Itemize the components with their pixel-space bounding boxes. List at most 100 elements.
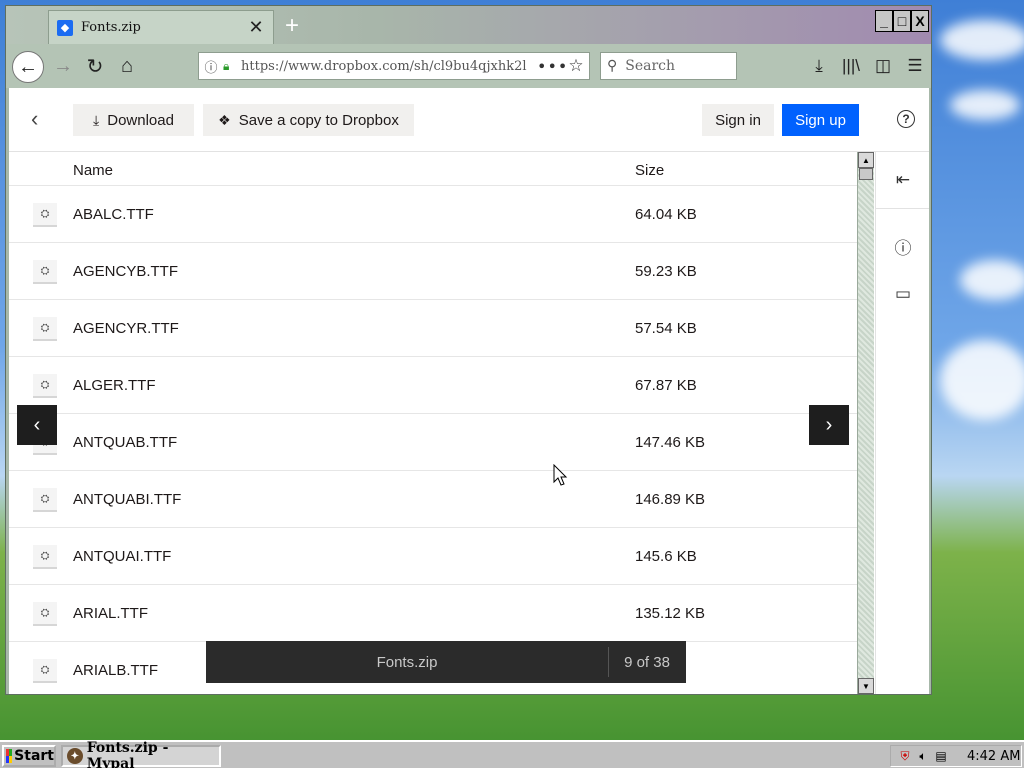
file-name: ABALC.TTF (73, 206, 154, 223)
column-name-header[interactable]: Name (73, 162, 113, 179)
search-input[interactable]: ⚲ Search (600, 52, 737, 80)
file-list: Name Size ⛭ ABALC.TTF 64.04 KB ⛭ AGENCYB.TTF… (9, 152, 857, 694)
file-name: ANTQUAI.TTF (73, 548, 172, 565)
library-icon[interactable]: |||\ (835, 52, 867, 80)
taskbar-window-item[interactable]: ✦ Fonts.zip - Mypal (61, 740, 221, 768)
collapse-panel-icon[interactable]: ⇤ (876, 170, 929, 190)
tab-bar: ◆ Fonts.zip ✕ + _ □ X (6, 6, 931, 44)
font-file-icon: ⛭ (33, 203, 57, 227)
system-tray: ⛨ 🔈︎ ▤ 4:42 AM (890, 745, 1022, 767)
wallpaper-cloud (940, 20, 1024, 60)
file-name: ARIAL.TTF (73, 605, 149, 622)
next-file-button[interactable]: › (809, 405, 849, 445)
scroll-down-icon[interactable]: ▼ (858, 678, 874, 694)
wallpaper-cloud (960, 260, 1024, 300)
forward-button[interactable]: → (48, 51, 78, 81)
search-icon: ⚲ (607, 58, 618, 74)
new-tab-button[interactable]: + (278, 12, 306, 40)
file-size: 64.04 KB (635, 206, 697, 223)
info-icon[interactable]: ⓘ (199, 57, 223, 76)
scroll-thumb[interactable] (859, 168, 873, 180)
info-panel-icon[interactable]: ⓘ (876, 234, 929, 259)
list-item[interactable]: ⛭ ANTQUAI.TTF 145.6 KB (9, 528, 857, 585)
previous-file-button[interactable]: ‹ (17, 405, 57, 445)
font-file-icon: ⛭ (33, 317, 57, 341)
toolbar-icons: ⤓ |||\ ◫ ☰ (803, 52, 931, 80)
close-window-button[interactable]: X (911, 10, 929, 32)
wallpaper-cloud (940, 340, 1024, 420)
file-size: 59.23 KB (635, 263, 697, 280)
list-header: Name Size (9, 152, 857, 186)
dropbox-icon: ❖ (218, 111, 231, 128)
start-button[interactable]: Start (2, 745, 56, 767)
download-icon: ⤓ (93, 111, 100, 128)
url-path: /sh/cl9bu4qjxhk2l (409, 58, 527, 74)
file-position-bar: Fonts.zip 9 of 38 (206, 641, 686, 683)
bookmark-star-icon[interactable]: ☆ (563, 56, 589, 76)
list-item[interactable]: ⛭ AGENCYR.TTF 57.54 KB (9, 300, 857, 357)
sidebar-toggle-icon[interactable]: ◫ (867, 52, 899, 80)
clock[interactable]: 4:42 AM (967, 749, 1020, 764)
volume-icon[interactable]: 🔈︎ (915, 749, 931, 764)
menu-icon[interactable]: ☰ (899, 52, 931, 80)
comments-icon[interactable]: ▭ (876, 284, 929, 304)
mypal-icon: ✦ (67, 748, 83, 764)
maximize-button[interactable]: □ (893, 10, 911, 32)
file-bar-name: Fonts.zip (376, 653, 438, 671)
file-name: ANTQUABI.TTF (73, 491, 182, 508)
shield-icon[interactable]: ⛨ (897, 749, 913, 764)
home-icon: ⌂ (120, 54, 134, 77)
font-file-icon: ⛭ (33, 260, 57, 284)
close-tab-icon[interactable]: ✕ (247, 17, 265, 38)
sign-in-button[interactable]: Sign in (702, 104, 774, 136)
save-label: Save a copy to Dropbox (238, 111, 399, 129)
font-file-icon: ⛭ (33, 602, 57, 626)
font-file-icon: ⛭ (33, 659, 57, 683)
file-size: 147.46 KB (635, 434, 706, 451)
tab-title: Fonts.zip (81, 20, 141, 35)
file-name: ALGER.TTF (73, 377, 156, 394)
arrow-right-icon: → (53, 54, 73, 77)
list-item[interactable]: ⛭ ANTQUABI.TTF 146.89 KB (9, 471, 857, 528)
url-host: https://www.dropbox.com (241, 58, 410, 74)
save-to-dropbox-button[interactable]: ❖ Save a copy to Dropbox (203, 104, 414, 136)
windows-logo-icon (6, 749, 13, 763)
column-size-header[interactable]: Size (635, 162, 664, 179)
back-chevron-icon[interactable]: ‹ (31, 106, 38, 132)
address-bar[interactable]: ⓘ 🔒︎ https://www.dropbox.com/sh/cl9bu4qj… (198, 52, 590, 80)
list-item[interactable]: ⛭ ARIAL.TTF 135.12 KB (9, 585, 857, 642)
tab-fonts-zip[interactable]: ◆ Fonts.zip ✕ (48, 10, 274, 44)
sign-up-button[interactable]: Sign up (782, 104, 859, 136)
network-icon[interactable]: ▤ (933, 749, 949, 763)
home-button[interactable]: ⌂ (112, 51, 142, 81)
dropbox-favicon-icon: ◆ (57, 19, 73, 36)
list-item[interactable]: ⛭ ABALC.TTF 64.04 KB (9, 186, 857, 243)
list-item[interactable]: ⛭ AGENCYB.TTF 59.23 KB (9, 243, 857, 300)
sidebar-divider (876, 208, 929, 209)
download-button[interactable]: ⤓ Download (73, 104, 194, 136)
start-label: Start (14, 748, 54, 764)
file-size: 146.89 KB (635, 491, 706, 508)
help-icon[interactable]: ? (897, 110, 915, 128)
reload-button[interactable]: ↻ (80, 51, 110, 81)
right-sidebar: ⇤ ⓘ ▭ (875, 152, 929, 694)
chevron-left-icon: ‹ (33, 413, 41, 436)
file-size: 67.87 KB (635, 377, 697, 394)
list-item[interactable]: ⛭ANTQUAB.TTF147.46 KB (9, 414, 857, 471)
scrollbar[interactable]: ▲ ▼ (857, 152, 874, 694)
reload-icon: ↻ (86, 55, 104, 78)
file-size: 135.12 KB (635, 605, 706, 622)
url-text: https://www.dropbox.com/sh/cl9bu4qjxhk2l (241, 59, 537, 74)
back-button[interactable]: ← (12, 51, 44, 83)
font-file-icon: ⛭ (33, 374, 57, 398)
lock-icon: 🔒︎ (223, 58, 230, 73)
page-header: ‹ ⤓ Download ❖ Save a copy to Dropbox Si… (9, 88, 929, 152)
file-name: AGENCYB.TTF (73, 263, 179, 280)
file-size: 145.6 KB (635, 548, 697, 565)
list-item[interactable]: ⛭ ALGER.TTF 67.87 KB (9, 357, 857, 414)
page-actions-icon[interactable]: ••• (537, 57, 567, 76)
minimize-button[interactable]: _ (875, 10, 893, 32)
scroll-up-icon[interactable]: ▲ (858, 152, 874, 168)
file-size: 57.54 KB (635, 320, 697, 337)
downloads-icon[interactable]: ⤓ (803, 52, 835, 80)
